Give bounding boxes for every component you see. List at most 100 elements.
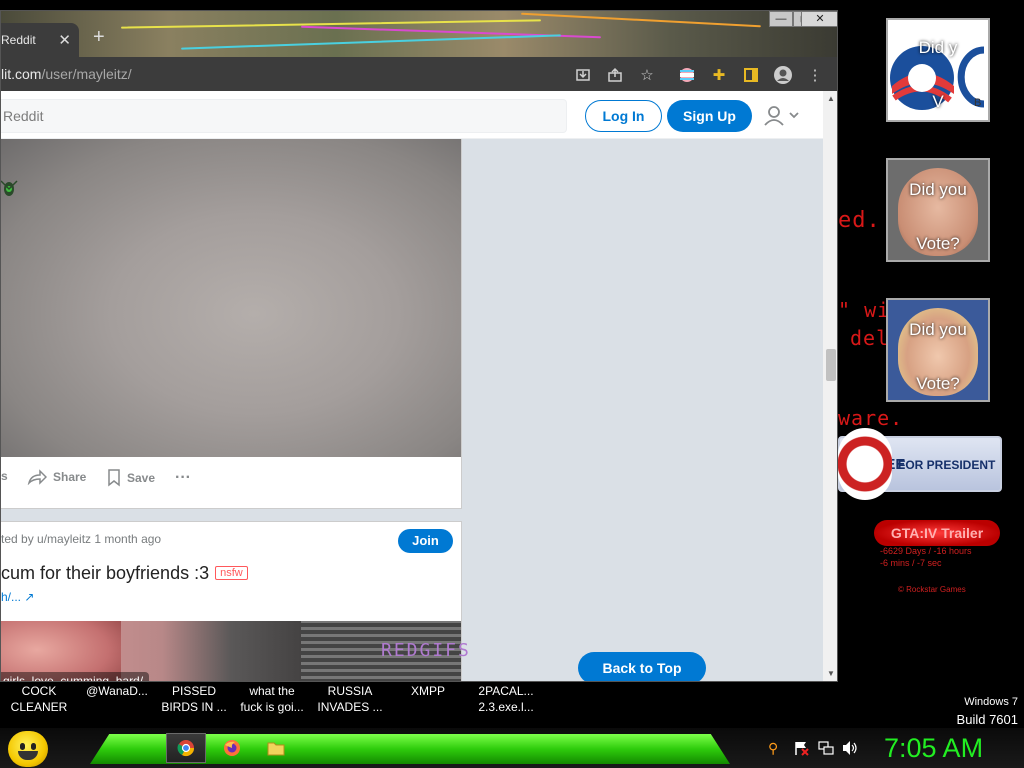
external-link-icon: ↗ [24,590,35,604]
search-input[interactable]: Reddit [1,99,567,133]
reddit-page: Reddit Log In Sign Up s Share Save ··· t… [1,91,823,681]
post-card[interactable]: ted by u/mayleitz 1 month ago Join cum f… [1,521,469,681]
desktop-icon-label: what the [249,684,295,698]
desktop-icon[interactable]: PISSED BIRDS IN ... [157,683,231,715]
gadget-bottom-text: Vote? [916,234,960,253]
vote-gadget-obama[interactable]: B Did y V [886,18,990,122]
gadget-top-text: Did y [918,38,958,57]
share-button[interactable]: Share [27,469,86,485]
scroll-thumb[interactable] [826,349,836,381]
desktop-icon-label: COCK [21,684,57,698]
more-icon: ··· [175,469,191,486]
tab-reddit[interactable]: Reddit ✕ [1,23,79,57]
scroll-up-icon[interactable]: ▲ [827,94,835,103]
desktop-icon[interactable]: COCK CLEANER [2,683,76,715]
menu-icon[interactable]: ⋮ [805,65,825,85]
windows-version: Windows 7 Build 7601 [957,694,1018,728]
post-title[interactable]: cum for their boyfriends :3 nsfw [1,563,248,584]
smiley-eye [31,743,36,750]
smiley-eye [20,743,25,750]
url-path: /user/mayleitz/ [41,66,132,82]
flag-icon[interactable] [677,65,697,85]
build-label: Build 7601 [956,712,1018,727]
vote-gadget-mccain[interactable]: Did you Vote? [886,158,990,262]
theme-scribble [181,34,561,50]
address-bar[interactable]: lit.com/user/mayleitz/ [1,62,132,86]
desktop-icon-label: PISSED [171,684,216,698]
desktop-icon-label: fuck is goi... [240,700,304,714]
desktop-text-1: ed. [838,208,881,233]
more-options-button[interactable]: ··· [175,469,191,487]
reddit-header: Reddit Log In Sign Up [1,91,823,139]
login-button[interactable]: Log In [585,100,662,132]
extensions-icon[interactable]: ✚ [709,65,729,85]
share-icon[interactable] [605,65,625,85]
search-icon[interactable]: ⚲ [768,740,778,757]
minimize-button[interactable]: — [769,11,793,27]
scrollbar[interactable]: ▲ ▼ [823,91,837,681]
taskbar-firefox[interactable] [212,733,252,763]
tab-title: Reddit [1,33,36,47]
title-bar[interactable]: Reddit ✕ + — ▢ ✕ [1,11,837,57]
star-icon[interactable]: ☆ [637,65,657,85]
media-url-overlay: girls_love_cumming_hard/ [1,672,150,681]
flag-icon[interactable] [793,740,809,759]
post-actions: s Share Save ··· [1,469,461,489]
user-icon [764,106,799,126]
post-media[interactable] [1,139,461,457]
nsfw-badge: nsfw [215,566,248,580]
desktop-icon[interactable]: 2PACAL... 2.3.exe.l... [469,683,543,715]
post-link-text: h/... [1,590,22,604]
huckabee-for-president: FOR PRESIDENT [898,458,996,472]
url-host: lit.com [1,66,42,82]
scroll-down-icon[interactable]: ▼ [827,669,835,678]
desktop-icon[interactable]: RUSSIA INVADES ... [313,683,387,715]
taskbar-explorer[interactable] [256,733,296,763]
post-link[interactable]: h/... ↗ [1,590,34,604]
smiley-mouth [18,751,38,760]
folder-icon [267,742,285,756]
redgifs-watermark: REDGIFS [381,640,471,661]
desktop-icon-label: RUSSIA [327,684,373,698]
signup-button[interactable]: Sign Up [667,100,752,132]
network-icon[interactable] [818,740,834,759]
desktop-text-4: ware. [838,406,904,430]
desktop-icon[interactable]: XMPP [391,683,465,699]
desktop-icon-label: 2PACAL... [478,684,534,698]
mosquito-icon [1,180,18,196]
share-icon [27,469,47,485]
desktop-icon-label: CLEANER [10,700,68,714]
join-button[interactable]: Join [398,529,453,553]
close-window-button[interactable]: ✕ [801,11,837,27]
start-button[interactable] [8,731,48,767]
user-menu-button[interactable] [763,105,803,127]
gta-countdown-mins: -6 mins / -7 sec [880,558,942,568]
chrome-icon [177,740,195,757]
desktop-icon-label: @WanaD... [86,684,148,698]
new-tab-button[interactable]: + [93,26,105,49]
gadget-top-text: Did you [909,320,967,339]
vote-gadget-clinton[interactable]: Did you Vote? [886,298,990,402]
bookmark-icon [108,469,120,487]
save-button[interactable]: Save [107,469,155,487]
desktop-icon-label: BIRDS IN ... [161,700,227,714]
taskbar-clock[interactable]: 7:05 AM [884,733,983,764]
profile-icon[interactable] [773,65,793,85]
gadget-bottom-text: V [932,92,944,111]
gta-trailer-button[interactable]: GTA:IV Trailer [874,520,1000,546]
back-to-top-button[interactable]: Back to Top [578,652,706,681]
comments-label: s [1,469,8,483]
post-meta: ted by u/mayleitz 1 month ago [1,532,162,546]
sidebar-icon[interactable] [741,65,761,85]
desktop-icon[interactable]: @WanaD... [80,683,154,699]
comments-button[interactable]: s [1,469,8,483]
taskbar-chrome[interactable] [166,733,206,763]
desktop-icon[interactable]: what the fuck is goi... [235,683,309,715]
desktop: ed. " wi del ware. B Did y V Did you Vot… [0,0,1024,768]
install-icon[interactable] [573,65,593,85]
post-card[interactable]: s Share Save ··· [1,139,462,509]
volume-icon[interactable] [842,740,858,759]
gadget-top-text: Did you [909,180,967,199]
firefox-icon [224,740,240,756]
close-tab-icon[interactable]: ✕ [58,31,71,49]
